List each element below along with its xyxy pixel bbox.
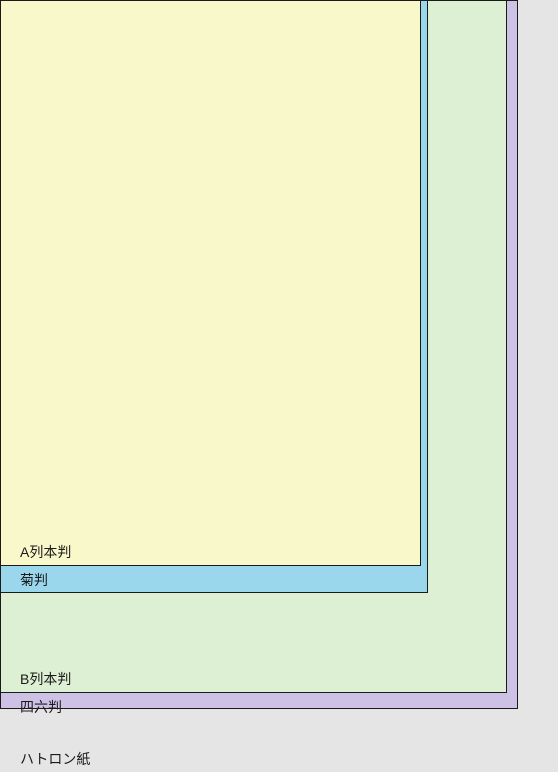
label-hatron: ハトロン紙	[20, 749, 90, 769]
label-b-series: B列本判	[20, 669, 71, 689]
label-kiku: 菊判	[20, 570, 48, 590]
label-shiroku: 四六判	[20, 697, 62, 717]
sheet-a-series	[0, 0, 421, 566]
label-a-series: A列本判	[20, 542, 71, 562]
